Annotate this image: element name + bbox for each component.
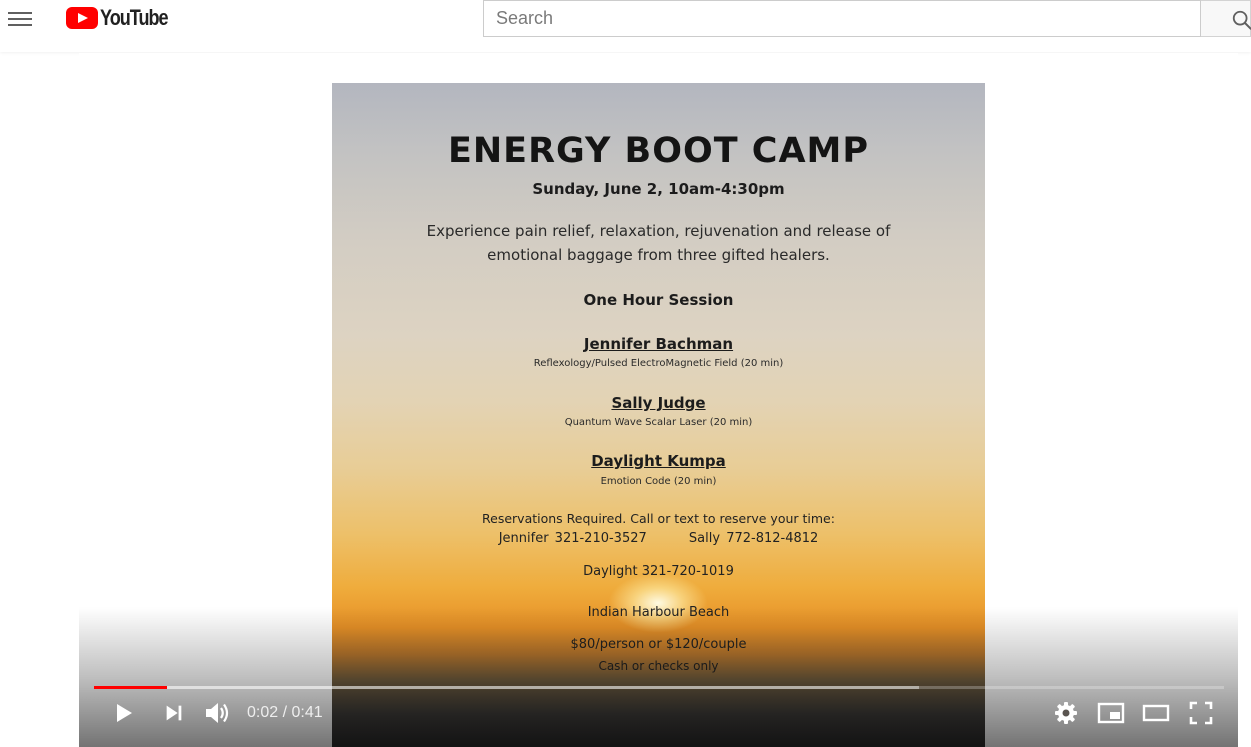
flyer-price: $80/person or $120/couple <box>570 637 747 652</box>
next-button[interactable] <box>163 702 185 724</box>
progress-loaded <box>94 686 919 689</box>
flyer-reservations: Reservations Required. Call or text to r… <box>482 511 835 526</box>
phone-jennifer: Jennifer 321-210-3527 <box>498 531 647 546</box>
phone-daylight: Daylight 321-720-1019 <box>583 564 734 579</box>
masthead: YouTube <box>0 0 1251 52</box>
logo-text: YouTube <box>100 5 169 30</box>
progress-played <box>94 686 168 689</box>
flyer-phones: Jennifer 321-210-3527 Sally 772-812-4812 <box>332 531 985 546</box>
flyer-description-line: Experience pain relief, relaxation, reju… <box>426 222 891 240</box>
volume-icon <box>206 703 229 723</box>
flyer-description: Experience pain relief, relaxation, reju… <box>392 219 925 267</box>
progress-bar[interactable] <box>94 686 1224 689</box>
fullscreen-button[interactable] <box>1189 701 1213 725</box>
healer-detail: Emotion Code (20 min) <box>600 476 717 487</box>
search-box <box>483 0 1201 37</box>
healer-detail: Quantum Wave Scalar Laser (20 min) <box>564 417 753 428</box>
play-icon <box>117 704 132 722</box>
phone-sally: Sally 772-812-4812 <box>688 531 819 546</box>
menu-icon[interactable] <box>8 8 32 30</box>
healer-detail: Reflexology/Pulsed ElectroMagnetic Field… <box>533 358 784 369</box>
flyer-payment: Cash or checks only <box>598 659 719 673</box>
flyer-session: One Hour Session <box>583 291 734 309</box>
theater-icon <box>1142 704 1170 722</box>
miniplayer-button[interactable] <box>1097 701 1125 725</box>
time-display: 0:02 / 0:41 <box>247 704 323 721</box>
video-player[interactable]: ENERGY BOOT CAMP Sunday, June 2, 10am-4:… <box>79 53 1238 747</box>
flyer-date: Sunday, June 2, 10am-4:30pm <box>532 180 785 198</box>
flyer-description-line: emotional baggage from three gifted heal… <box>487 246 830 264</box>
youtube-logo-icon <box>66 7 98 29</box>
healer-name: Daylight Kumpa <box>591 452 726 470</box>
volume-button[interactable] <box>203 699 231 727</box>
next-icon <box>166 705 182 721</box>
play-button[interactable] <box>111 701 135 725</box>
miniplayer-icon <box>1097 702 1125 724</box>
fullscreen-icon <box>1189 701 1213 725</box>
search-button[interactable] <box>1201 0 1251 37</box>
healer-name: Jennifer Bachman <box>583 335 734 353</box>
search-input[interactable] <box>484 1 1200 36</box>
flyer-location: Indian Harbour Beach <box>587 605 730 620</box>
healer-name: Sally Judge <box>611 394 706 412</box>
settings-icon <box>1055 702 1077 724</box>
theater-mode-button[interactable] <box>1142 701 1170 725</box>
youtube-logo[interactable]: YouTube <box>66 5 182 30</box>
flyer-title: ENERGY BOOT CAMP <box>447 131 870 171</box>
event-flyer: ENERGY BOOT CAMP Sunday, June 2, 10am-4:… <box>332 83 985 747</box>
settings-button[interactable] <box>1054 701 1078 725</box>
search-icon <box>1232 10 1251 30</box>
video-frame[interactable]: ENERGY BOOT CAMP Sunday, June 2, 10am-4:… <box>332 83 985 747</box>
